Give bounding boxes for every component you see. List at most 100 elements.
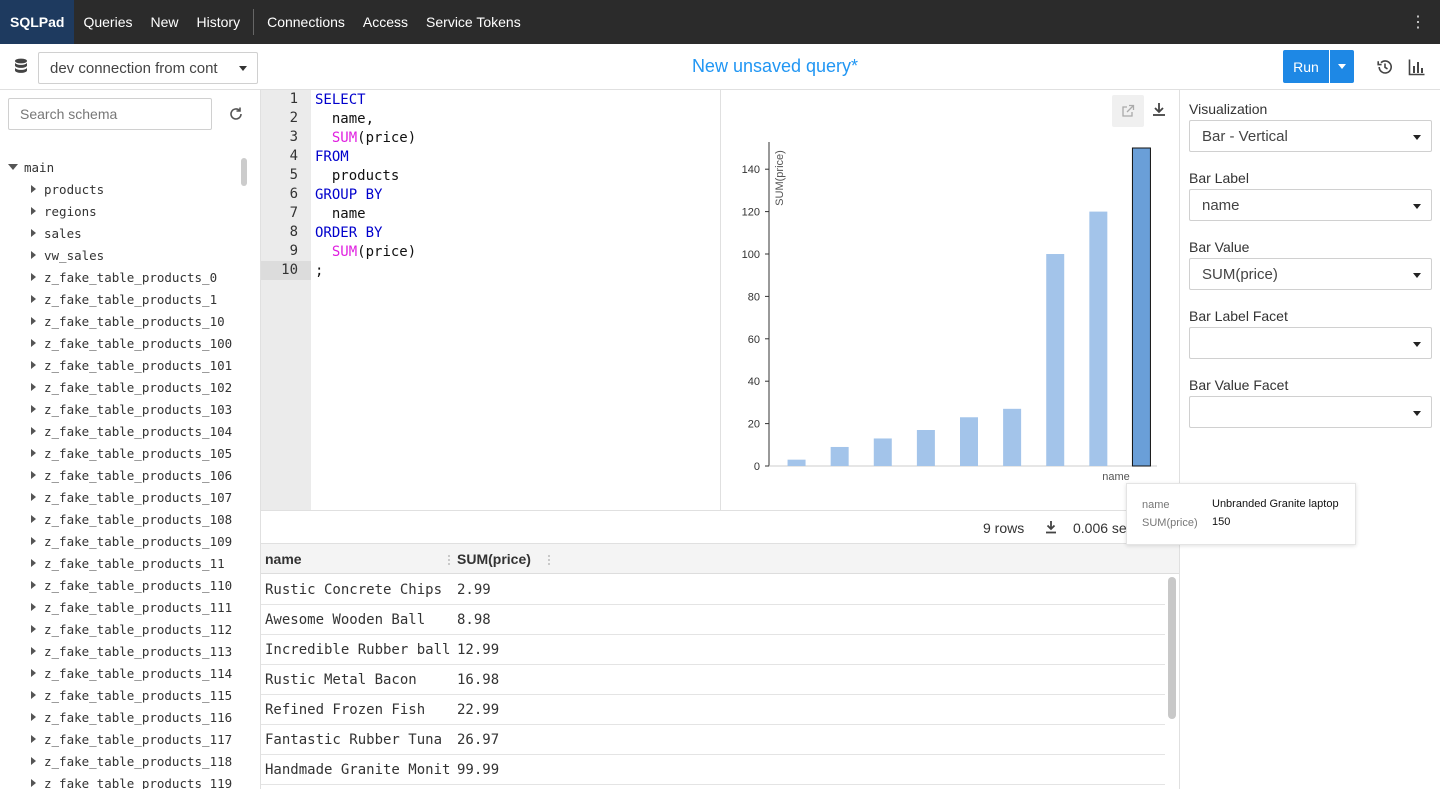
bar-label-label: Bar Label bbox=[1189, 170, 1249, 186]
run-options-button[interactable] bbox=[1330, 50, 1354, 83]
bar-value-label: Bar Value bbox=[1189, 239, 1250, 255]
code-line[interactable]: 7 name bbox=[261, 204, 721, 223]
schema-table-item[interactable]: z_fake_table_products_110 bbox=[0, 574, 240, 596]
database-icon[interactable] bbox=[14, 58, 28, 74]
schema-table-item[interactable]: z_fake_table_products_107 bbox=[0, 486, 240, 508]
schema-table-item[interactable]: vw_sales bbox=[0, 244, 240, 266]
code-line[interactable]: 5 products bbox=[261, 166, 721, 185]
schema-table-label: z_fake_table_products_105 bbox=[44, 445, 233, 461]
tooltip-label-value: Unbranded Granite laptop bbox=[1212, 498, 1339, 510]
schema-table-item[interactable]: z_fake_table_products_116 bbox=[0, 706, 240, 728]
bar-chart-icon[interactable] bbox=[1408, 58, 1426, 76]
chart-tooltip: name Unbranded Granite laptop SUM(price)… bbox=[1126, 483, 1356, 545]
table-row[interactable]: Fantastic Rubber Tuna 26.97 bbox=[261, 725, 1165, 755]
caret-right-icon bbox=[31, 317, 36, 325]
schema-table-item[interactable]: z_fake_table_products_11 bbox=[0, 552, 240, 574]
schema-table-item[interactable]: z_fake_table_products_115 bbox=[0, 684, 240, 706]
bar-value-select[interactable]: SUM(price) bbox=[1189, 258, 1432, 290]
code-line[interactable]: 4 FROM bbox=[261, 147, 721, 166]
schema-table-item[interactable]: z_fake_table_products_106 bbox=[0, 464, 240, 486]
history-icon[interactable] bbox=[1376, 58, 1394, 76]
schema-table-label: z_fake_table_products_110 bbox=[44, 577, 233, 593]
schema-table-item[interactable]: z_fake_table_products_108 bbox=[0, 508, 240, 530]
code-text: SELECT bbox=[311, 92, 366, 108]
connection-select[interactable]: dev connection from cont bbox=[38, 52, 258, 84]
nav-service-tokens[interactable]: Service Tokens bbox=[417, 0, 530, 44]
schema-table-item[interactable]: z_fake_table_products_113 bbox=[0, 640, 240, 662]
schema-table-item[interactable]: z_fake_table_products_1 bbox=[0, 288, 240, 310]
table-row[interactable]: Incredible Rubber ball 12.99 bbox=[261, 635, 1165, 665]
chevron-down-icon bbox=[1413, 342, 1421, 347]
schema-table-label: vw_sales bbox=[44, 247, 105, 263]
more-menu-icon[interactable]: ⋮ bbox=[1410, 12, 1426, 32]
query-title[interactable]: New unsaved query* bbox=[540, 56, 1010, 77]
schema-scrollbar[interactable] bbox=[238, 156, 250, 776]
nav-new[interactable]: New bbox=[142, 0, 188, 44]
schema-table-item[interactable]: z_fake_table_products_102 bbox=[0, 376, 240, 398]
schema-table-label: z_fake_table_products_109 bbox=[44, 533, 233, 549]
code-line[interactable]: 10; bbox=[261, 261, 721, 280]
schema-table-item[interactable]: z_fake_table_products_101 bbox=[0, 354, 240, 376]
schema-table-item[interactable]: z_fake_table_products_119 bbox=[0, 772, 240, 789]
chart-bar bbox=[916, 430, 935, 466]
schema-table-item[interactable]: products bbox=[0, 178, 240, 200]
schema-table-item[interactable]: z_fake_table_products_111 bbox=[0, 596, 240, 618]
column-resize-handle[interactable] bbox=[548, 554, 550, 566]
schema-root-main[interactable]: main bbox=[0, 156, 240, 178]
schema-scrollbar-thumb[interactable] bbox=[241, 158, 247, 186]
download-results-icon[interactable] bbox=[1043, 519, 1059, 535]
run-button[interactable]: Run bbox=[1283, 50, 1329, 83]
schema-table-item[interactable]: z_fake_table_products_112 bbox=[0, 618, 240, 640]
column-resize-handle[interactable] bbox=[448, 554, 450, 566]
caret-right-icon bbox=[31, 515, 36, 523]
column-header-name[interactable]: name bbox=[265, 551, 302, 567]
schema-table-item[interactable]: z_fake_table_products_103 bbox=[0, 398, 240, 420]
bar-label-facet-label: Bar Label Facet bbox=[1189, 308, 1288, 324]
column-header-sum-price[interactable]: SUM(price) bbox=[457, 551, 531, 567]
nav-connections[interactable]: Connections bbox=[258, 0, 354, 44]
table-row[interactable]: Awesome Wooden Ball 8.98 bbox=[261, 605, 1165, 635]
nav-queries[interactable]: Queries bbox=[74, 0, 141, 44]
schema-table-item[interactable]: z_fake_table_products_118 bbox=[0, 750, 240, 772]
table-row[interactable]: Rustic Concrete Chips 2.99 bbox=[261, 575, 1165, 605]
chart-pane: 0 20 40 60 80 100 120 140 SUM(price) name bbox=[721, 90, 1179, 510]
table-row[interactable]: Refined Frozen Fish 22.99 bbox=[261, 695, 1165, 725]
schema-table-item[interactable]: sales bbox=[0, 222, 240, 244]
schema-table-item[interactable]: z_fake_table_products_105 bbox=[0, 442, 240, 464]
sql-keyword: SELECT bbox=[315, 91, 366, 108]
brand-logo[interactable]: SQLPad bbox=[0, 0, 75, 44]
code-line[interactable]: 6 GROUP BY bbox=[261, 185, 721, 204]
bar-value-facet-select[interactable] bbox=[1189, 396, 1432, 428]
bar-label-select[interactable]: name bbox=[1189, 189, 1432, 221]
code-text: name, bbox=[311, 111, 374, 127]
tooltip-value-key: SUM(price) bbox=[1142, 517, 1198, 529]
sql-editor[interactable]: 1 SELECT 2 name, 3 SUM(price) 4 FROM 5 product… bbox=[261, 90, 721, 510]
code-line[interactable]: 3 SUM(price) bbox=[261, 128, 721, 147]
refresh-icon[interactable] bbox=[228, 106, 244, 122]
schema-table-item[interactable]: z_fake_table_products_117 bbox=[0, 728, 240, 750]
table-row[interactable]: Rustic Metal Bacon 16.98 bbox=[261, 665, 1165, 695]
schema-table-label: z_fake_table_products_107 bbox=[44, 489, 233, 505]
table-row[interactable]: Handmade Granite Monit 99.99 bbox=[261, 755, 1165, 785]
nav-access[interactable]: Access bbox=[354, 0, 417, 44]
schema-table-item[interactable]: z_fake_table_products_10 bbox=[0, 310, 240, 332]
search-schema-input[interactable] bbox=[8, 98, 212, 130]
schema-table-item[interactable]: z_fake_table_products_114 bbox=[0, 662, 240, 684]
schema-table-item[interactable]: z_fake_table_products_109 bbox=[0, 530, 240, 552]
results-scrollbar-thumb[interactable] bbox=[1168, 577, 1176, 719]
visualization-select[interactable]: Bar - Vertical bbox=[1189, 120, 1432, 152]
x-axis-label: name bbox=[1102, 471, 1130, 483]
nav-history[interactable]: History bbox=[188, 0, 250, 44]
code-line[interactable]: 8 ORDER BY bbox=[261, 223, 721, 242]
schema-table-item[interactable]: z_fake_table_products_100 bbox=[0, 332, 240, 354]
code-line[interactable]: 1 SELECT bbox=[261, 90, 721, 109]
code-line[interactable]: 2 name, bbox=[261, 109, 721, 128]
schema-table-item[interactable]: regions bbox=[0, 200, 240, 222]
schema-table-item[interactable]: z_fake_table_products_0 bbox=[0, 266, 240, 288]
cell-sum-price: 8.98 bbox=[457, 612, 491, 628]
caret-right-icon bbox=[31, 647, 36, 655]
bar-label-facet-select[interactable] bbox=[1189, 327, 1432, 359]
schema-table-item[interactable]: z_fake_table_products_104 bbox=[0, 420, 240, 442]
code-line[interactable]: 9 SUM(price) bbox=[261, 242, 721, 261]
